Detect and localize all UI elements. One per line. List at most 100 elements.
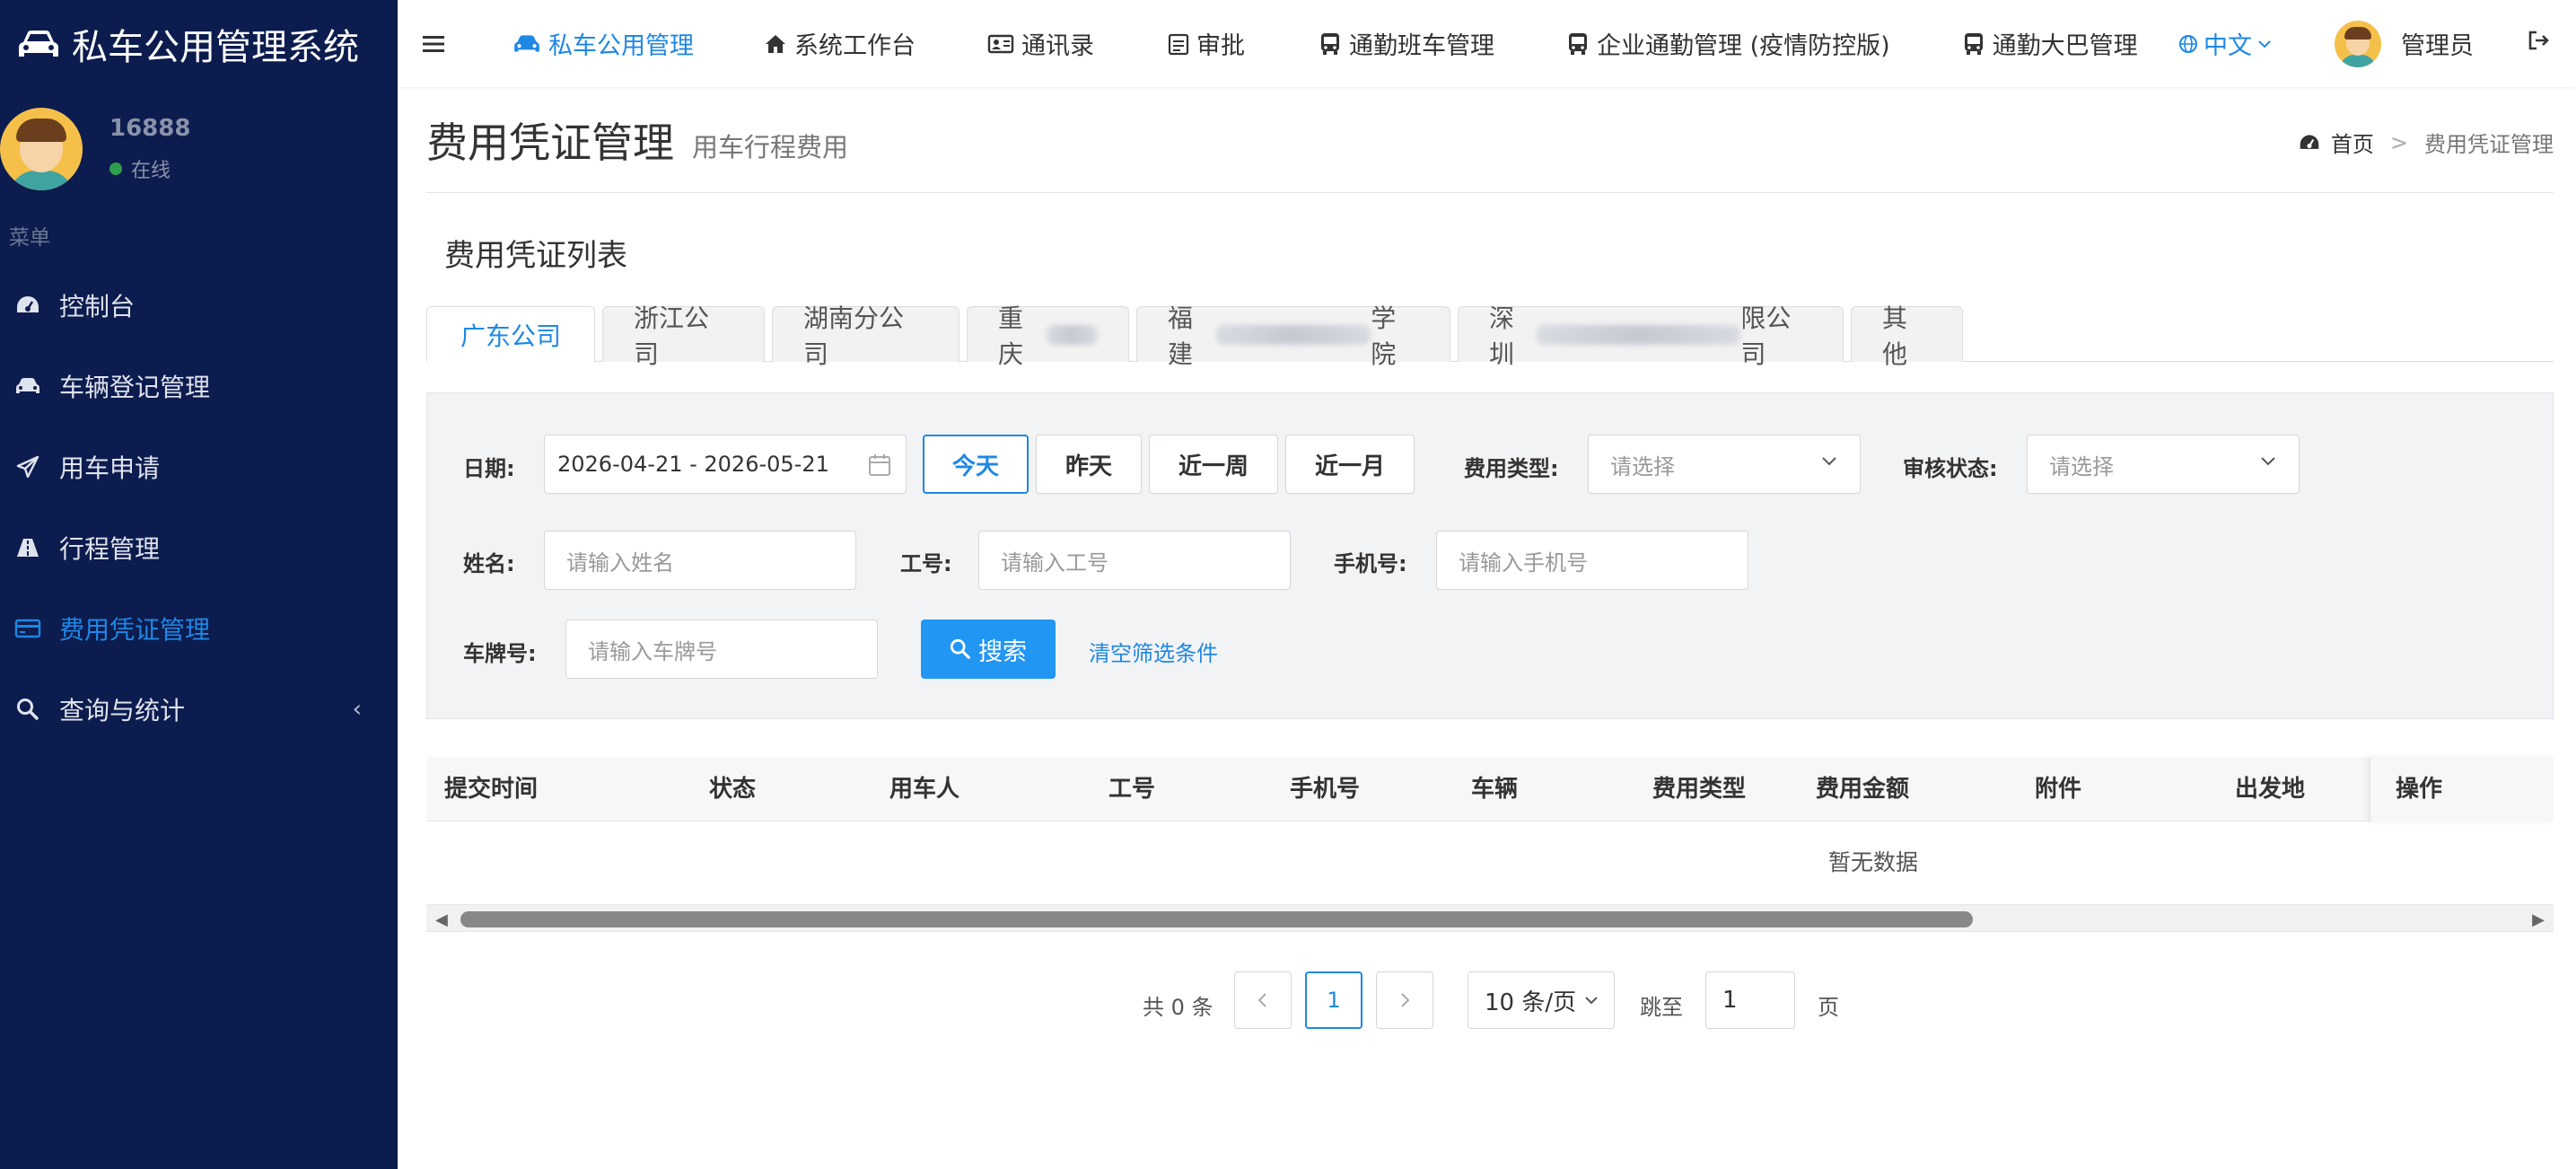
nav-approval[interactable]: 审批	[1168, 26, 1245, 61]
company-tabs: 广东公司 浙江公司 湖南分公司 重庆 福建 学院 深圳 限公司 其他	[426, 303, 2554, 369]
plate-label: 车牌号:	[463, 641, 537, 666]
chevron-left-icon	[1257, 993, 1266, 1007]
tab-zhejiang[interactable]: 浙江公司	[602, 303, 765, 369]
nav-private-car[interactable]: 私车公用管理	[513, 26, 694, 61]
top-navbar: 私车公用管理 系统工作台 通讯录 审批 通勤班车管理 企业通勤管理 (疫情防控版…	[398, 0, 2576, 87]
main-content: 费用凭证管理 用车行程费用 首页 > 费用凭证管理 费用凭证列表 广东公司 浙江…	[426, 87, 2554, 1067]
date-label: 日期:	[463, 456, 515, 481]
col-employee-no: 工号	[1108, 776, 1156, 803]
address-card-icon	[987, 34, 1014, 53]
phone-input[interactable]: 请输入手机号	[1436, 531, 1748, 590]
sidebar-item-vehicle-registration[interactable]: 车辆登记管理	[0, 346, 398, 426]
redacted-text	[1537, 324, 1741, 345]
page-size-select[interactable]: 10 条/页	[1468, 971, 1615, 1029]
plate-input[interactable]: 请输入车牌号	[565, 620, 878, 679]
bus-icon	[1321, 32, 1339, 55]
col-status: 状态	[709, 776, 757, 803]
tab-fujian[interactable]: 福建 学院	[1136, 303, 1450, 369]
goto-label: 跳至	[1640, 995, 1683, 1020]
language-selector[interactable]: 中文	[2178, 26, 2272, 61]
clear-filters-link[interactable]: 清空筛选条件	[1089, 636, 1218, 667]
next-page-button[interactable]	[1376, 971, 1433, 1029]
page-title: 费用凭证管理	[426, 118, 674, 167]
bus-icon	[1569, 32, 1587, 55]
avatar	[0, 108, 83, 190]
fee-type-select[interactable]: 请选择	[1588, 435, 1861, 494]
logout-icon[interactable]	[2528, 30, 2551, 57]
sidebar: 私车公用管理系统 16888 在线 菜单 控制台 车辆登记管理 用车申请 行程管…	[0, 0, 398, 1169]
quick-month-button[interactable]: 近一月	[1285, 435, 1415, 494]
sidebar-item-trip-management[interactable]: 行程管理	[0, 507, 398, 588]
globe-icon	[2179, 34, 2197, 53]
app-logo[interactable]: 私车公用管理系统	[0, 0, 398, 87]
sidebar-item-expense-voucher[interactable]: 费用凭证管理	[0, 588, 398, 669]
pagination: 共 0 条 1 10 条/页 跳至 1 页	[426, 932, 2554, 1067]
user-status: 在线	[110, 154, 190, 183]
breadcrumb-home[interactable]: 首页	[2331, 127, 2374, 158]
voucher-table: 提交时间 状态 用车人 工号 手机号 车辆 费用类型 费用金额 附件 出发地 操…	[426, 757, 2554, 932]
chevron-down-icon	[2261, 457, 2275, 466]
page-subtitle: 用车行程费用	[692, 131, 849, 163]
sidebar-item-query-stats[interactable]: 查询与统计 ‹	[0, 669, 398, 750]
chevron-down-icon	[2258, 40, 2271, 48]
sidebar-item-dashboard[interactable]: 控制台	[0, 265, 398, 346]
total-count: 共 0 条	[1143, 995, 1214, 1020]
chevron-right-icon	[1401, 993, 1410, 1007]
page-suffix: 页	[1818, 995, 1839, 1020]
col-operation: 操作	[2370, 757, 2554, 822]
employee-no-label: 工号:	[900, 551, 952, 576]
phone-label: 手机号:	[1334, 551, 1407, 576]
car-icon	[19, 30, 58, 57]
col-submit-time: 提交时间	[444, 776, 539, 803]
page-1-button[interactable]: 1	[1305, 971, 1362, 1029]
chevron-down-icon	[1585, 997, 1598, 1005]
send-icon	[14, 453, 41, 480]
col-fee-type: 费用类型	[1652, 776, 1747, 803]
table-header: 提交时间 状态 用车人 工号 手机号 车辆 费用类型 费用金额 附件 出发地 操…	[426, 757, 2554, 822]
car-icon	[514, 34, 539, 52]
chevron-left-icon: ‹	[352, 696, 362, 723]
user-panel: 16888 在线	[0, 87, 398, 211]
date-range-input[interactable]: 2026-04-21 - 2026-05-21	[544, 435, 907, 494]
tab-other[interactable]: 其他	[1851, 303, 1963, 369]
audit-status-select[interactable]: 请选择	[2027, 435, 2300, 494]
quick-today-button[interactable]: 今天	[923, 435, 1029, 494]
tab-shenzhen[interactable]: 深圳 限公司	[1458, 303, 1844, 369]
employee-no-input[interactable]: 请输入工号	[978, 531, 1291, 590]
goto-page-input[interactable]: 1	[1705, 971, 1795, 1029]
tab-chongqing[interactable]: 重庆	[967, 303, 1129, 369]
nav-commute-bus[interactable]: 通勤大巴管理	[1962, 26, 2138, 61]
nav-contacts[interactable]: 通讯录	[987, 26, 1094, 61]
admin-avatar[interactable]	[2335, 20, 2381, 67]
search-button[interactable]: 搜索	[921, 620, 1056, 679]
scroll-left-icon[interactable]: ◀	[435, 910, 448, 929]
admin-name[interactable]: 管理员	[2401, 26, 2474, 61]
name-input[interactable]: 请输入姓名	[544, 531, 856, 590]
prev-page-button[interactable]	[1234, 971, 1292, 1029]
audit-status-label: 审核状态:	[1903, 456, 1998, 481]
user-id: 16888	[110, 115, 191, 142]
tab-hunan[interactable]: 湖南分公司	[772, 303, 959, 369]
quick-week-button[interactable]: 近一周	[1149, 435, 1278, 494]
home-icon	[766, 34, 785, 53]
app-title: 私车公用管理系统	[72, 26, 359, 68]
menu-toggle-icon[interactable]	[398, 35, 469, 53]
search-icon	[14, 696, 41, 723]
dashboard-icon	[14, 292, 41, 319]
horizontal-scrollbar[interactable]: ◀ ▶	[426, 904, 2554, 931]
online-dot-icon	[110, 163, 122, 175]
sidebar-item-car-request[interactable]: 用车申请	[0, 426, 398, 507]
nav-commute-shuttle[interactable]: 通勤班车管理	[1319, 26, 1494, 61]
tab-guangdong[interactable]: 广东公司	[426, 306, 595, 363]
car-icon	[14, 373, 41, 400]
nav-workbench[interactable]: 系统工作台	[764, 26, 916, 61]
col-user: 用车人	[889, 776, 960, 803]
nav-enterprise-commute[interactable]: 企业通勤管理 (疫情防控版)	[1566, 26, 1890, 61]
redacted-text	[1046, 324, 1098, 345]
quick-yesterday-button[interactable]: 昨天	[1036, 435, 1142, 494]
search-icon	[950, 638, 970, 659]
scroll-right-icon[interactable]: ▶	[2532, 910, 2545, 929]
fee-type-label: 费用类型:	[1464, 456, 1559, 481]
calendar-list-icon	[1168, 33, 1189, 55]
scrollbar-thumb[interactable]	[460, 911, 1973, 927]
